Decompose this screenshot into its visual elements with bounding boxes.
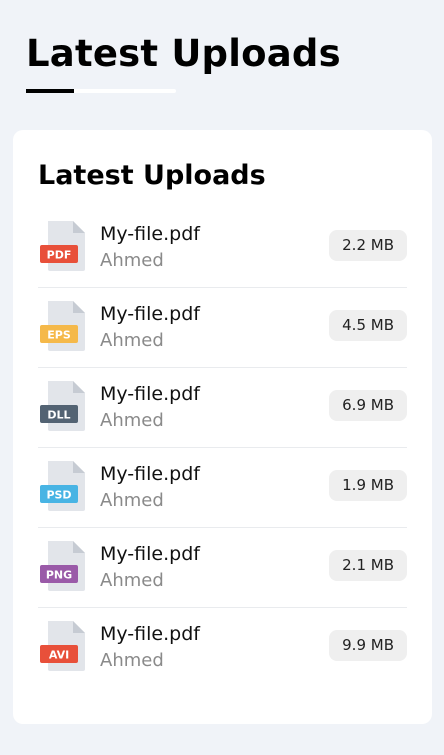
latest-uploads-card: Latest Uploads PDF My-file.pdf Ahmed 2.2 MB… — [13, 130, 432, 724]
title-underline-accent — [26, 89, 74, 93]
file-name[interactable]: My-file.pdf — [100, 302, 200, 326]
file-type-label: PDF — [47, 249, 72, 262]
file-type-label: DLL — [47, 409, 70, 422]
file-type-label: EPS — [47, 329, 71, 342]
document-icon: PNG — [40, 541, 86, 591]
file-owner: Ahmed — [100, 410, 164, 431]
file-type-label: PSD — [46, 489, 71, 502]
file-owner: Ahmed — [100, 570, 164, 591]
list-item[interactable]: PNG My-file.pdf Ahmed 2.1 MB — [38, 528, 407, 608]
file-size-badge: 2.1 MB — [329, 550, 407, 581]
file-size-badge: 9.9 MB — [329, 630, 407, 661]
document-icon: DLL — [40, 381, 86, 431]
file-owner: Ahmed — [100, 650, 164, 671]
file-name[interactable]: My-file.pdf — [100, 462, 200, 486]
card-title: Latest Uploads — [38, 160, 266, 191]
title-underline — [26, 89, 176, 93]
document-icon: PSD — [40, 461, 86, 511]
file-size-badge: 4.5 MB — [329, 310, 407, 341]
list-item[interactable]: AVI My-file.pdf Ahmed 9.9 MB — [38, 608, 407, 687]
file-owner: Ahmed — [100, 330, 164, 351]
file-size-badge: 1.9 MB — [329, 470, 407, 501]
file-size-badge: 6.9 MB — [329, 390, 407, 421]
list-item[interactable]: PDF My-file.pdf Ahmed 2.2 MB — [38, 208, 407, 288]
file-name[interactable]: My-file.pdf — [100, 542, 200, 566]
file-size-badge: 2.2 MB — [329, 230, 407, 261]
file-name[interactable]: My-file.pdf — [100, 222, 200, 246]
page-title: Latest Uploads — [26, 32, 341, 75]
file-owner: Ahmed — [100, 490, 164, 511]
file-list: PDF My-file.pdf Ahmed 2.2 MB EPS My-file.pdf A… — [38, 208, 407, 687]
document-icon: PDF — [40, 221, 86, 271]
document-icon: AVI — [40, 621, 86, 671]
document-icon: EPS — [40, 301, 86, 351]
file-name[interactable]: My-file.pdf — [100, 622, 200, 646]
file-owner: Ahmed — [100, 250, 164, 271]
list-item[interactable]: EPS My-file.pdf Ahmed 4.5 MB — [38, 288, 407, 368]
list-item[interactable]: PSD My-file.pdf Ahmed 1.9 MB — [38, 448, 407, 528]
file-type-label: AVI — [49, 649, 69, 662]
list-item[interactable]: DLL My-file.pdf Ahmed 6.9 MB — [38, 368, 407, 448]
file-type-label: PNG — [46, 569, 72, 582]
file-name[interactable]: My-file.pdf — [100, 382, 200, 406]
